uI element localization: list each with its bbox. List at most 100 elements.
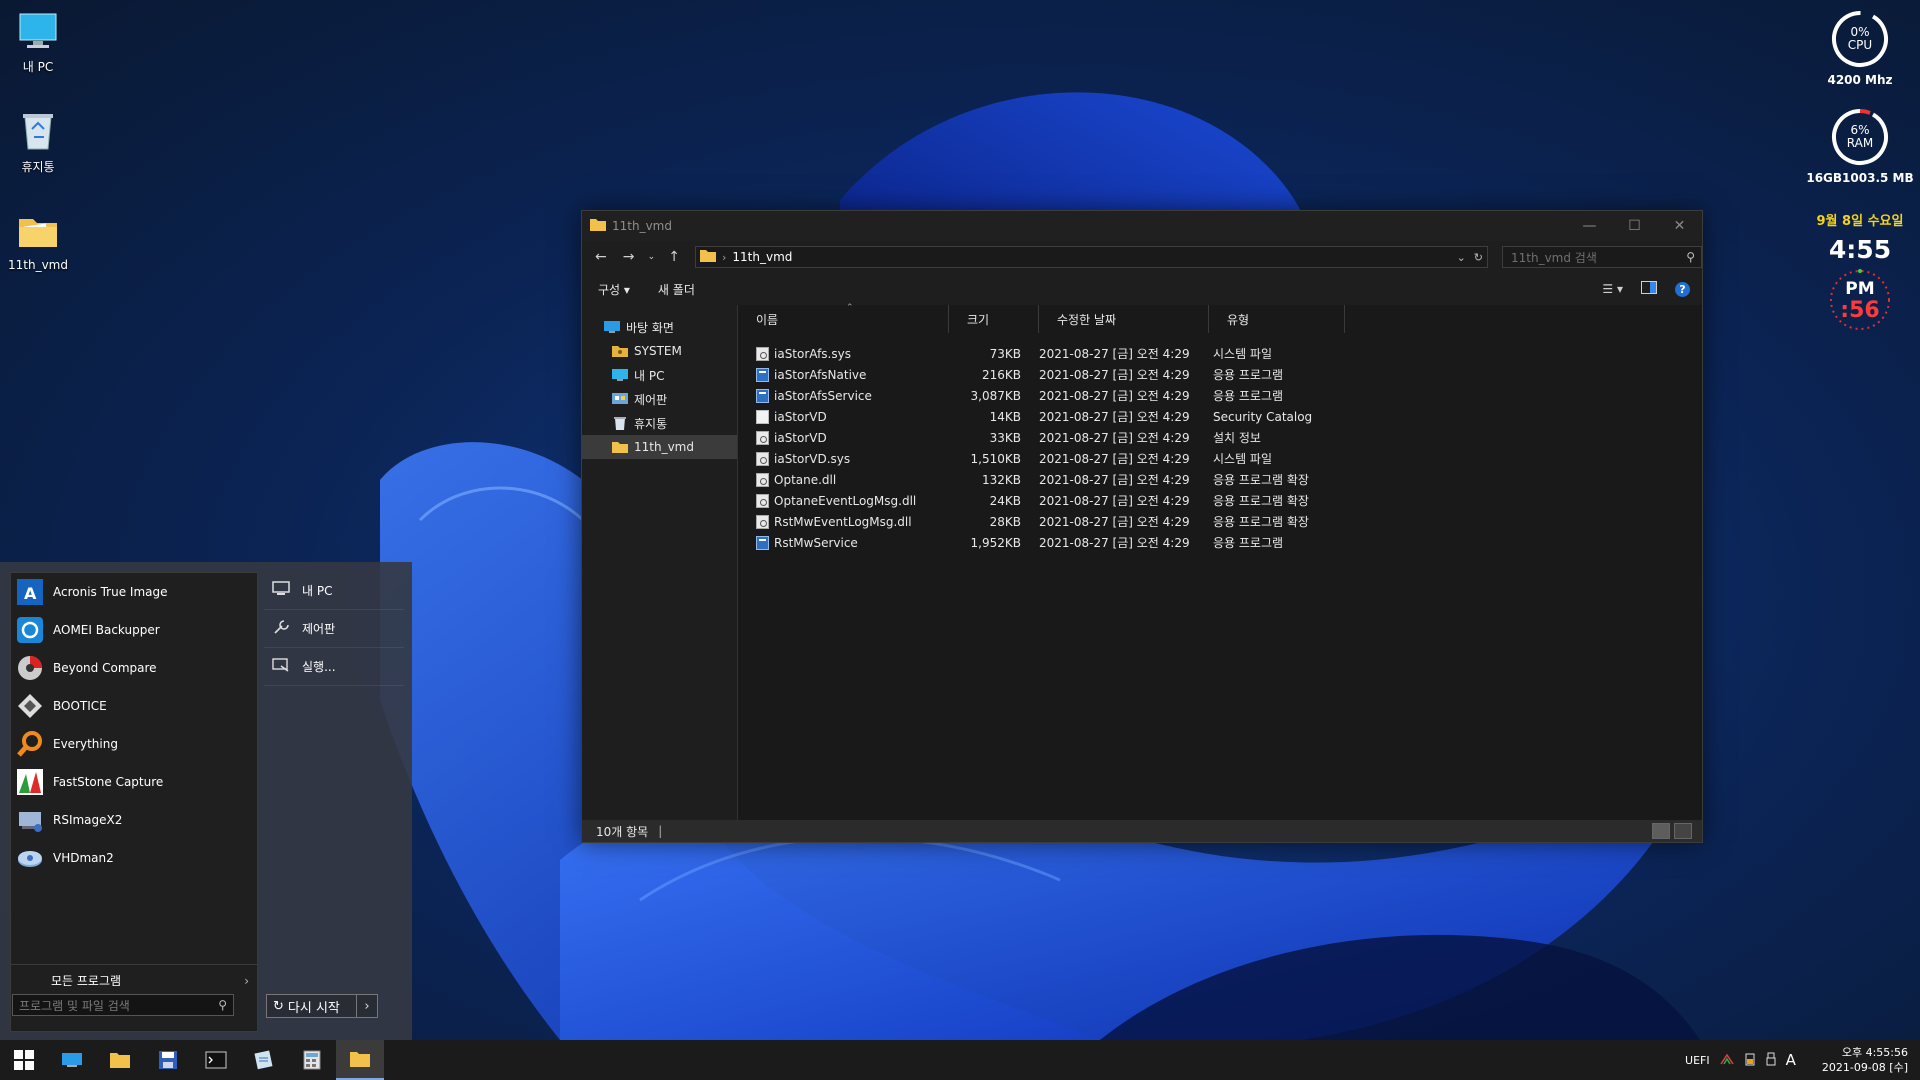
taskbar-active-folder-button[interactable] (336, 1040, 384, 1080)
file-sys-icon (756, 451, 769, 466)
file-row[interactable]: iaStorVD 33KB 2021-08-27 [금] 오전 4:29 설치 정보 (738, 427, 1702, 448)
ram-widget: 6% RAM 16GB1003.5 MB (1800, 106, 1920, 185)
desktop-icon-my-pc[interactable]: 내 PC (6, 10, 70, 75)
file-list-pane[interactable]: ⌃ 이름 크기 수정한 날짜 유형 iaStorAfs.sys 73KB 2021-… (738, 303, 1702, 820)
file-name-cell: iaStorVD (738, 430, 943, 445)
file-row[interactable]: RstMwService 1,952KB 2021-08-27 [금] 오전 4:2… (738, 532, 1702, 553)
file-row[interactable]: iaStorAfsService 3,087KB 2021-08-27 [금] 오전… (738, 385, 1702, 406)
start-button[interactable] (0, 1040, 48, 1080)
forward-arrow-icon[interactable]: → (618, 246, 640, 268)
restart-icon: ↻ (273, 998, 284, 1014)
windows-logo-icon (14, 1050, 34, 1070)
program-aomei-backupper[interactable]: AOMEI Backupper (11, 611, 257, 649)
maximize-button[interactable]: ☐ (1612, 211, 1657, 241)
uefi-label: UEFI (1685, 1053, 1710, 1067)
program-acronis-true-image[interactable]: A Acronis True Image (11, 573, 257, 611)
nav-item-recycle-bin[interactable]: 휴지통 (582, 411, 737, 435)
breadcrumb[interactable]: 11th_vmd (732, 250, 792, 264)
all-programs-button[interactable]: 모든 프로그램 › (11, 964, 257, 996)
minimize-button[interactable]: — (1567, 211, 1612, 241)
network-icon[interactable] (1719, 1053, 1734, 1068)
explorer-window[interactable]: 11th_vmd — ☐ ✕ ← → ⌄ ↑ › 11th_vmd ⌄ ↻ 11… (581, 210, 1703, 843)
ime-indicator[interactable]: A (1786, 1051, 1796, 1069)
file-name-cell: iaStorAfsService (738, 388, 943, 403)
recent-chevron-down-icon[interactable]: ⌄ (645, 246, 657, 268)
up-arrow-icon[interactable]: ↑ (663, 246, 685, 268)
refresh-icon[interactable]: ↻ (1474, 251, 1483, 264)
recycle-bin-icon (612, 416, 628, 430)
view-options-icon[interactable]: ☰ ▾ (1602, 282, 1623, 296)
start-item-run[interactable]: 실행... (264, 648, 404, 686)
desktop-icon-recycle-bin[interactable]: 휴지통 (6, 110, 70, 175)
file-row[interactable]: iaStorAfsNative 216KB 2021-08-27 [금] 오전 4:… (738, 364, 1702, 385)
close-button[interactable]: ✕ (1657, 211, 1702, 241)
address-dropdown-icon[interactable]: ⌄ (1457, 251, 1466, 264)
organize-button[interactable]: 구성 ▾ (598, 281, 630, 298)
file-type: 응용 프로그램 (1213, 389, 1284, 403)
nav-item-my-pc[interactable]: 내 PC (582, 363, 737, 387)
usb-icon[interactable] (1766, 1052, 1776, 1069)
battery-icon[interactable] (1744, 1052, 1756, 1069)
file-type: 시스템 파일 (1213, 347, 1273, 361)
help-icon[interactable]: ? (1675, 281, 1690, 297)
file-row[interactable]: iaStorVD 14KB 2021-08-27 [금] 오전 4:29 Securi… (738, 406, 1702, 427)
file-sys-icon (756, 472, 769, 487)
search-icon[interactable]: ⚲ (1686, 250, 1695, 264)
desktop-icon-11th-vmd[interactable]: 11th_vmd (6, 210, 70, 272)
column-header-size[interactable]: 크기 (949, 305, 1039, 333)
search-icon[interactable]: ⚲ (218, 998, 227, 1012)
taskbar-save-button[interactable] (144, 1040, 192, 1080)
new-folder-button[interactable]: 새 폴더 (658, 281, 695, 298)
details-view-button[interactable] (1652, 823, 1670, 839)
file-row[interactable]: iaStorVD.sys 1,510KB 2021-08-27 [금] 오전 4:2… (738, 448, 1702, 469)
file-row[interactable]: iaStorAfs.sys 73KB 2021-08-27 [금] 오전 4:29 시… (738, 343, 1702, 364)
seconds-ring: PM :56 (1828, 268, 1892, 332)
file-date: 2021-08-27 [금] 오전 4:29 (1039, 368, 1190, 382)
nav-item-11th-vmd[interactable]: 11th_vmd (582, 435, 737, 459)
clock-time: 오후 4:55:56 (1841, 1046, 1908, 1059)
preview-pane-icon[interactable] (1641, 281, 1657, 297)
taskbar-desktop-button[interactable] (48, 1040, 96, 1080)
file-row[interactable]: Optane.dll 132KB 2021-08-27 [금] 오전 4:29 응용 … (738, 469, 1702, 490)
program-vhdman2[interactable]: VHDman2 (11, 839, 257, 877)
column-header-type[interactable]: 유형 (1209, 305, 1345, 333)
file-row[interactable]: OptaneEventLogMsg.dll 24KB 2021-08-27 [금] … (738, 490, 1702, 511)
file-name-cell: Optane.dll (738, 472, 943, 487)
file-type: 설치 정보 (1213, 431, 1261, 445)
taskbar-paint-button[interactable] (240, 1040, 288, 1080)
restart-options-chevron-icon[interactable]: › (357, 999, 377, 1014)
search-input[interactable]: 11th_vmd 검색 ⚲ (1502, 246, 1702, 268)
program-beyond-compare[interactable]: Beyond Compare (11, 649, 257, 687)
taskbar-explorer-button[interactable] (96, 1040, 144, 1080)
column-header-date[interactable]: 수정한 날짜 (1039, 305, 1209, 333)
file-type: 시스템 파일 (1213, 452, 1273, 466)
address-bar[interactable]: › 11th_vmd ⌄ ↻ (695, 246, 1488, 268)
program-bootice[interactable]: BOOTICE (11, 687, 257, 725)
restart-button[interactable]: ↻ 다시 시작 › (266, 994, 378, 1018)
large-icons-view-button[interactable] (1674, 823, 1692, 839)
run-icon (272, 657, 290, 676)
file-row[interactable]: RstMwEventLogMsg.dll 28KB 2021-08-27 [금] 오… (738, 511, 1702, 532)
program-search-input[interactable]: 프로그램 및 파일 검색 ⚲ (12, 994, 234, 1016)
column-header-name[interactable]: 이름 (738, 305, 949, 333)
terminal-icon (205, 1051, 227, 1069)
file-name-cell: OptaneEventLogMsg.dll (738, 493, 943, 508)
nav-item-system[interactable]: SYSTEM (582, 339, 737, 363)
taskbar-calculator-button[interactable] (288, 1040, 336, 1080)
file-size: 73KB (989, 346, 1021, 361)
back-arrow-icon[interactable]: ← (590, 246, 612, 268)
nav-item-control-panel[interactable]: 제어판 (582, 387, 737, 411)
file-name: RstMwService (774, 535, 858, 550)
file-name: iaStorVD.sys (774, 451, 851, 466)
taskbar-clock[interactable]: 오후 4:55:56 2021-09-08 [수] (1822, 1045, 1908, 1075)
start-item-control-panel[interactable]: 제어판 (264, 610, 404, 648)
widget-time: 4:55 (1828, 235, 1892, 264)
taskbar-cmd-button[interactable] (192, 1040, 240, 1080)
program-rsimagex2[interactable]: RSImageX2 (11, 801, 257, 839)
program-faststone-capture[interactable]: FastStone Capture (11, 763, 257, 801)
title-bar[interactable]: 11th_vmd — ☐ ✕ (582, 211, 1702, 241)
start-item-my-pc[interactable]: 내 PC (264, 572, 404, 610)
program-everything[interactable]: Everything (11, 725, 257, 763)
desktop-icon (604, 320, 620, 334)
nav-item-desktop[interactable]: 바탕 화면 (582, 315, 737, 339)
